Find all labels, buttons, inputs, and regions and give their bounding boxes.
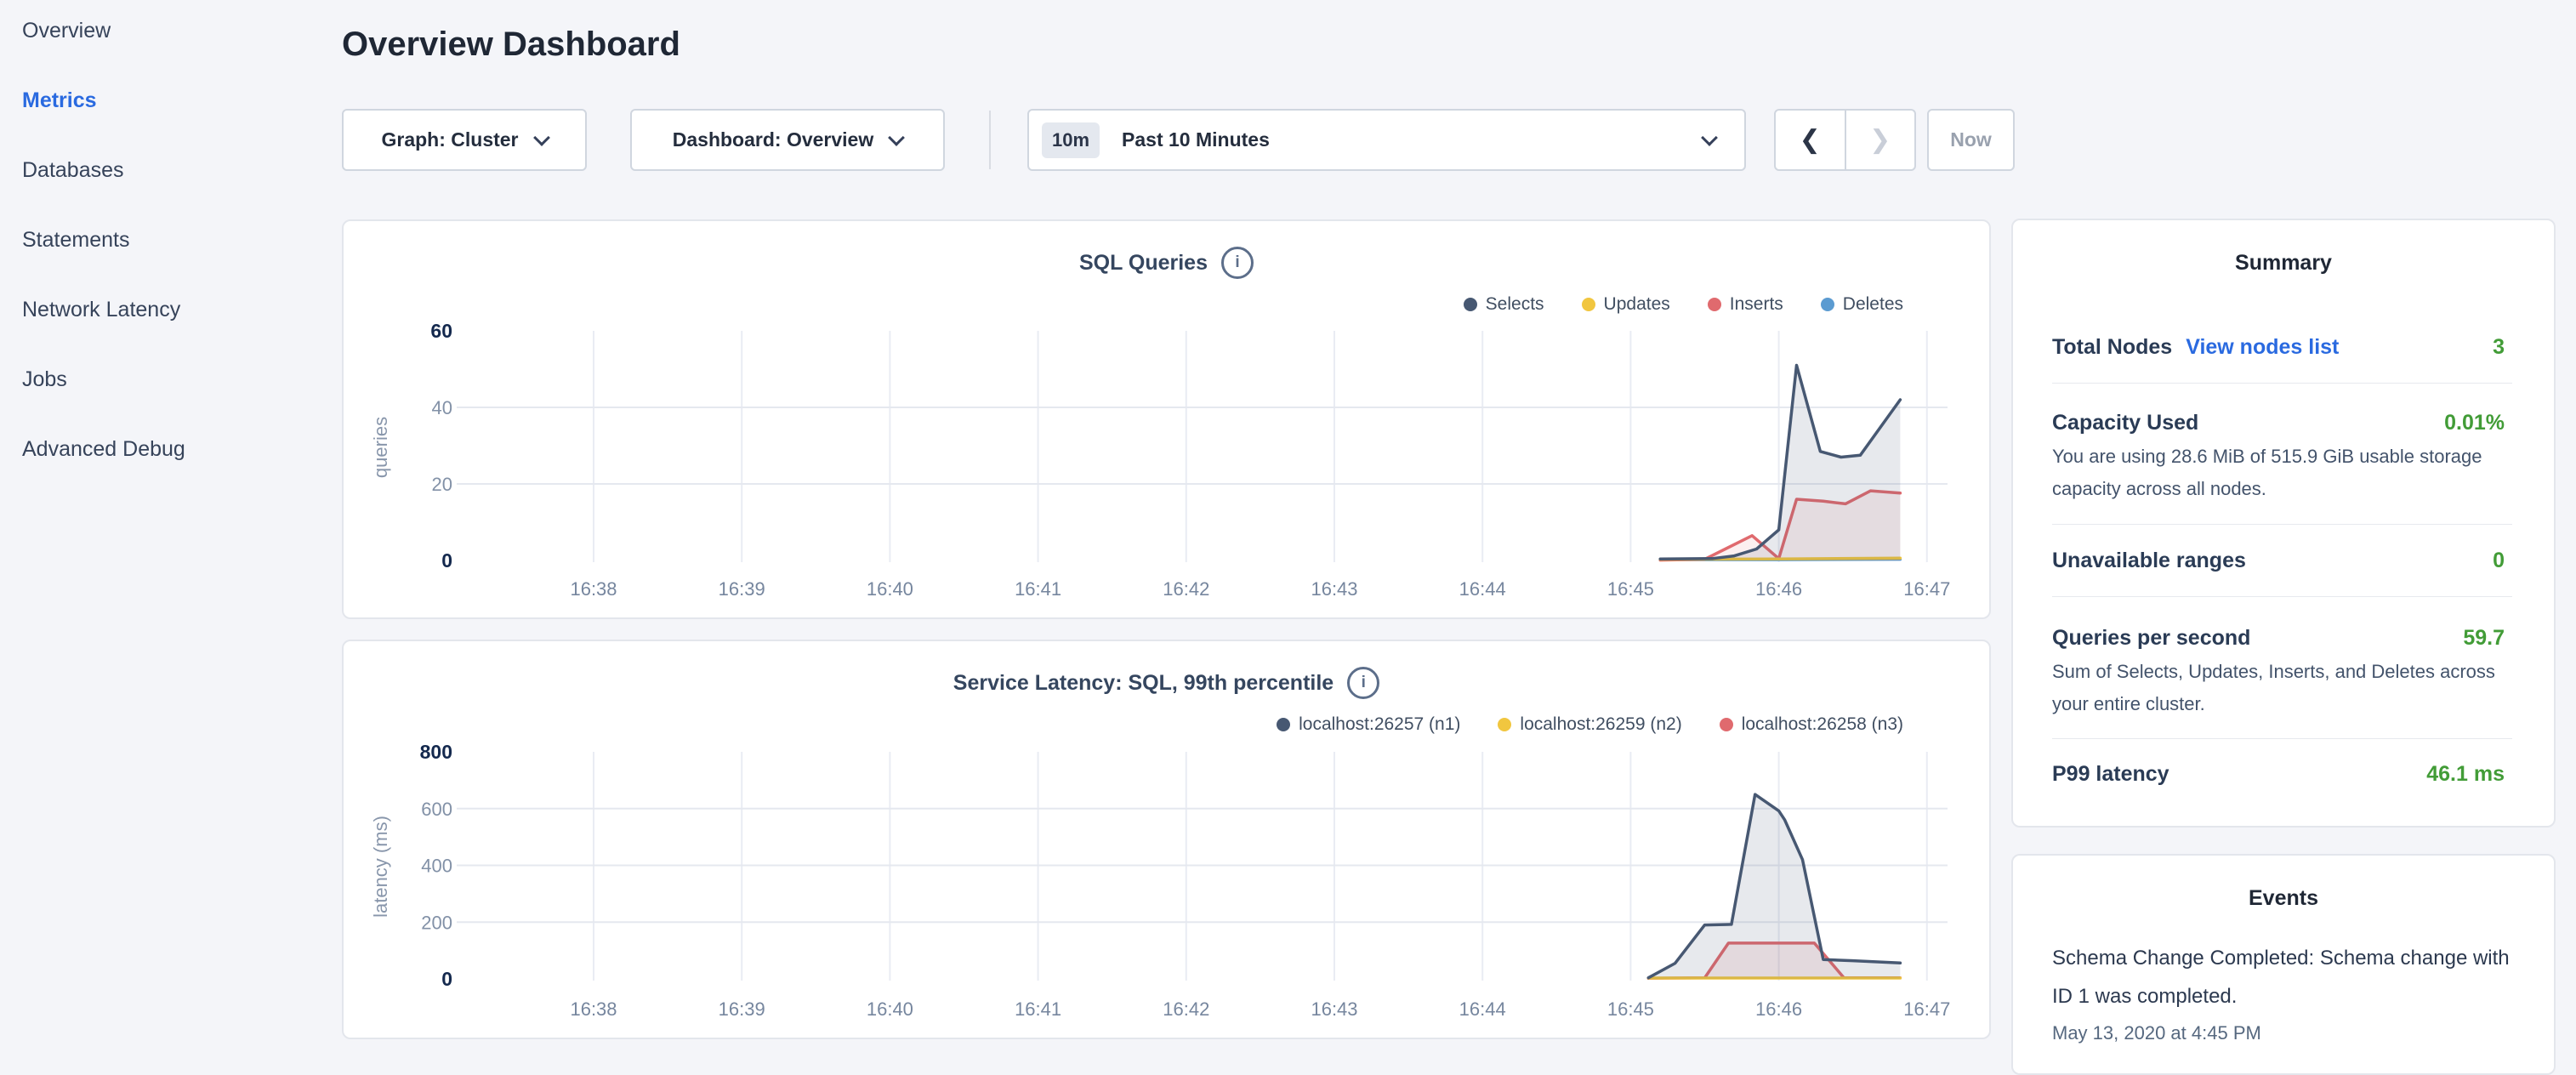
svg-text:0: 0 xyxy=(441,968,452,990)
view-nodes-list-link[interactable]: View nodes list xyxy=(2186,335,2339,360)
svg-text:800: 800 xyxy=(420,741,452,763)
app-root: Overview Metrics Databases Statements Ne… xyxy=(0,0,2576,1051)
svg-text:16:46: 16:46 xyxy=(1755,578,1802,600)
svg-text:600: 600 xyxy=(421,799,452,820)
summary-row-label: Unavailable ranges xyxy=(2052,549,2246,573)
summary-row-label: Queries per second xyxy=(2052,626,2250,651)
svg-text:16:42: 16:42 xyxy=(1163,578,1209,600)
sidebar-item-network-latency[interactable]: Network Latency xyxy=(22,298,328,321)
sidebar-item-databases[interactable]: Databases xyxy=(22,158,328,182)
time-range-badge: 10m xyxy=(1042,122,1100,158)
svg-text:16:44: 16:44 xyxy=(1459,578,1506,600)
svg-text:200: 200 xyxy=(421,912,452,933)
chevron-down-icon xyxy=(888,129,905,146)
summary-row-total-nodes: Total Nodes View nodes list 3 xyxy=(2052,332,2505,362)
now-button[interactable]: Now xyxy=(1927,109,2015,171)
svg-text:16:42: 16:42 xyxy=(1163,998,1209,1020)
svg-text:16:46: 16:46 xyxy=(1755,998,1802,1020)
svg-text:16:39: 16:39 xyxy=(719,578,765,600)
svg-text:400: 400 xyxy=(421,856,452,877)
summary-row-desc: Sum of Selects, Updates, Inserts, and De… xyxy=(2052,656,2513,720)
svg-text:20: 20 xyxy=(432,474,452,495)
service-latency-chart-card: Service Latency: SQL, 99th percentile i … xyxy=(342,640,1991,1039)
page-title: Overview Dashboard xyxy=(342,26,680,64)
svg-text:16:40: 16:40 xyxy=(867,998,913,1020)
time-step-buttons: ❮ ❯ xyxy=(1774,109,1916,171)
divider xyxy=(2052,596,2512,597)
divider xyxy=(2052,383,2512,384)
svg-text:16:47: 16:47 xyxy=(1903,578,1950,600)
summary-row-value: 59.7 xyxy=(2463,626,2505,651)
svg-text:16:44: 16:44 xyxy=(1459,998,1506,1020)
summary-row-value: 46.1 ms xyxy=(2426,762,2505,787)
dashboard-label: Dashboard: Overview xyxy=(673,128,873,151)
svg-text:40: 40 xyxy=(432,397,452,418)
summary-row-value: 0.01% xyxy=(2444,411,2505,435)
summary-row-unavailable: Unavailable ranges 0 xyxy=(2052,545,2505,576)
svg-text:16:38: 16:38 xyxy=(570,578,617,600)
sql-queries-chart-card: SQL Queries i Selects Updates Inserts De… xyxy=(342,219,1991,619)
sidebar-item-advanced-debug[interactable]: Advanced Debug xyxy=(22,437,328,461)
svg-text:16:38: 16:38 xyxy=(570,998,617,1020)
summary-row-desc: You are using 28.6 MiB of 515.9 GiB usab… xyxy=(2052,441,2513,505)
service-latency-plot[interactable]: 16:38 16:39 16:40 16:41 16:42 16:43 16:44 16:45… xyxy=(344,641,1989,1038)
svg-text:16:45: 16:45 xyxy=(1607,578,1654,600)
chevron-down-icon xyxy=(1701,129,1718,146)
svg-text:16:43: 16:43 xyxy=(1311,998,1357,1020)
summary-row-value: 0 xyxy=(2493,549,2505,573)
chevron-down-icon xyxy=(533,129,550,146)
summary-row-label: Capacity Used xyxy=(2052,411,2198,435)
prev-range-button[interactable]: ❮ xyxy=(1776,111,1845,169)
graph-scope-dropdown[interactable]: Graph: Cluster xyxy=(342,109,587,171)
time-range-dropdown[interactable]: 10m Past 10 Minutes xyxy=(1027,109,1746,171)
sidebar-item-overview[interactable]: Overview xyxy=(22,19,328,43)
summary-row-qps: Queries per second 59.7 xyxy=(2052,623,2505,653)
time-range-label: Past 10 Minutes xyxy=(1122,128,1270,151)
graph-scope-label: Graph: Cluster xyxy=(381,128,518,151)
svg-text:16:47: 16:47 xyxy=(1903,998,1950,1020)
sidebar-item-statements[interactable]: Statements xyxy=(22,228,328,252)
dashboard-dropdown[interactable]: Dashboard: Overview xyxy=(630,109,945,171)
divider xyxy=(2052,738,2512,739)
summary-row-capacity: Capacity Used 0.01% xyxy=(2052,407,2505,438)
summary-title: Summary xyxy=(2013,251,2554,276)
svg-text:16:41: 16:41 xyxy=(1015,578,1061,600)
svg-text:60: 60 xyxy=(430,320,452,342)
divider xyxy=(2052,524,2512,525)
sidebar-item-jobs[interactable]: Jobs xyxy=(22,367,328,391)
summary-row-label: P99 latency xyxy=(2052,762,2169,787)
event-timestamp: May 13, 2020 at 4:45 PM xyxy=(2052,1022,2513,1044)
events-title: Events xyxy=(2013,886,2554,911)
svg-text:16:45: 16:45 xyxy=(1607,998,1654,1020)
svg-text:0: 0 xyxy=(441,549,452,572)
svg-text:16:40: 16:40 xyxy=(867,578,913,600)
svg-text:16:41: 16:41 xyxy=(1015,998,1061,1020)
summary-row-p99: P99 latency 46.1 ms xyxy=(2052,759,2505,789)
sql-queries-plot[interactable]: 16:38 16:39 16:40 16:41 16:42 16:43 16:44 16:45… xyxy=(344,221,1989,617)
summary-row-label: Total Nodes xyxy=(2052,335,2172,360)
next-range-button[interactable]: ❯ xyxy=(1845,111,1915,169)
svg-text:16:43: 16:43 xyxy=(1311,578,1357,600)
event-message: Schema Change Completed: Schema change w… xyxy=(2052,939,2513,1015)
summary-row-value: 3 xyxy=(2493,335,2505,360)
svg-text:16:39: 16:39 xyxy=(719,998,765,1020)
summary-card: Summary Total Nodes View nodes list 3 Ca… xyxy=(2011,219,2556,828)
toolbar-divider xyxy=(989,111,991,169)
sidebar: Overview Metrics Databases Statements Ne… xyxy=(22,19,328,461)
events-card: Events Schema Change Completed: Schema c… xyxy=(2011,854,2556,1075)
sidebar-item-metrics[interactable]: Metrics xyxy=(22,88,328,112)
